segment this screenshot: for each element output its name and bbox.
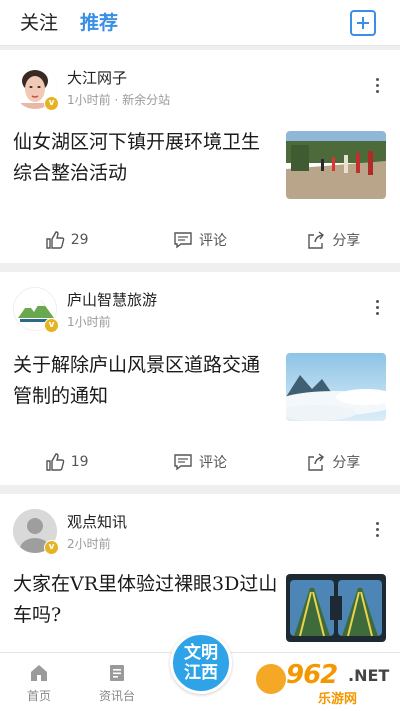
watermark-number: 962 xyxy=(286,660,338,690)
comment-icon xyxy=(174,232,192,249)
verified-badge-icon: v xyxy=(44,318,59,333)
comment-button[interactable]: 评论 xyxy=(133,225,266,255)
fab-line1: 文明 xyxy=(184,643,218,663)
add-square-icon[interactable] xyxy=(350,10,376,36)
more-options-icon[interactable] xyxy=(374,522,380,540)
avatar[interactable]: v xyxy=(13,287,59,333)
comment-label: 评论 xyxy=(198,455,227,471)
like-button[interactable]: 19 xyxy=(0,447,133,477)
home-icon xyxy=(31,665,47,681)
fab-line2: 江西 xyxy=(184,663,218,683)
feed-card[interactable]: v 观点知讯 2小时前 大家在VR里体验过裸眼3D过山车吗? xyxy=(0,494,400,654)
nav-home-label: 首页 xyxy=(26,689,51,703)
share-button[interactable]: 分享 xyxy=(267,447,400,477)
civilization-jiangxi-button[interactable]: 文明 江西 xyxy=(170,632,232,694)
comment-icon xyxy=(174,454,192,471)
watermark-site: 乐游网 xyxy=(318,692,358,707)
watermark-logo-icon xyxy=(256,664,286,694)
article-thumbnail[interactable] xyxy=(286,131,386,199)
comment-label: 评论 xyxy=(198,233,227,249)
more-options-icon[interactable] xyxy=(374,300,380,318)
share-icon xyxy=(308,231,325,249)
top-bar: 关注 推荐 xyxy=(0,0,400,46)
thumbs-up-icon xyxy=(46,231,65,249)
avatar[interactable]: v xyxy=(13,65,59,111)
like-count: 19 xyxy=(70,454,89,470)
comment-button[interactable]: 评论 xyxy=(133,447,266,477)
tab-recommended[interactable]: 推荐 xyxy=(80,0,118,46)
post-meta: 2小时前 xyxy=(67,537,111,551)
post-meta: 1小时前 · 新余分站 xyxy=(67,93,171,107)
author-name[interactable]: 庐山智慧旅游 xyxy=(67,289,157,310)
article-title[interactable]: 关于解除庐山风景区道路交通管制的通知 xyxy=(13,350,278,412)
share-label: 分享 xyxy=(332,455,361,471)
author-name[interactable]: 观点知讯 xyxy=(67,511,127,532)
avatar[interactable]: v xyxy=(13,509,59,555)
article-thumbnail[interactable] xyxy=(286,574,386,642)
watermark-suffix: .NET xyxy=(348,666,390,685)
article-title[interactable]: 大家在VR里体验过裸眼3D过山车吗? xyxy=(13,569,278,631)
article-title[interactable]: 仙女湖区河下镇开展环境卫生综合整治活动 xyxy=(13,127,278,189)
share-button[interactable]: 分享 xyxy=(267,225,400,255)
nav-news[interactable]: 资讯台 xyxy=(87,663,147,704)
article-thumbnail[interactable] xyxy=(286,353,386,421)
watermark: 962 .NET 乐游网 xyxy=(256,660,396,707)
verified-badge-icon: v xyxy=(44,540,59,555)
nav-news-label: 资讯台 xyxy=(98,689,135,703)
news-icon xyxy=(110,665,124,681)
like-button[interactable]: 29 xyxy=(0,225,133,255)
nav-home[interactable]: 首页 xyxy=(9,663,69,704)
like-count: 29 xyxy=(70,232,89,248)
more-options-icon[interactable] xyxy=(374,78,380,96)
feed-card[interactable]: v 大江网子 1小时前 · 新余分站 仙女湖区河下镇开展环境卫生综合整治活动 2… xyxy=(0,50,400,263)
share-icon xyxy=(308,453,325,471)
share-label: 分享 xyxy=(332,233,361,249)
author-name[interactable]: 大江网子 xyxy=(67,67,127,88)
feed-card[interactable]: v 庐山智慧旅游 1小时前 关于解除庐山风景区道路交通管制的通知 19 评论 分… xyxy=(0,272,400,485)
post-meta: 1小时前 xyxy=(67,315,111,329)
tab-following[interactable]: 关注 xyxy=(20,0,58,46)
thumbs-up-icon xyxy=(46,453,65,471)
verified-badge-icon: v xyxy=(44,96,59,111)
